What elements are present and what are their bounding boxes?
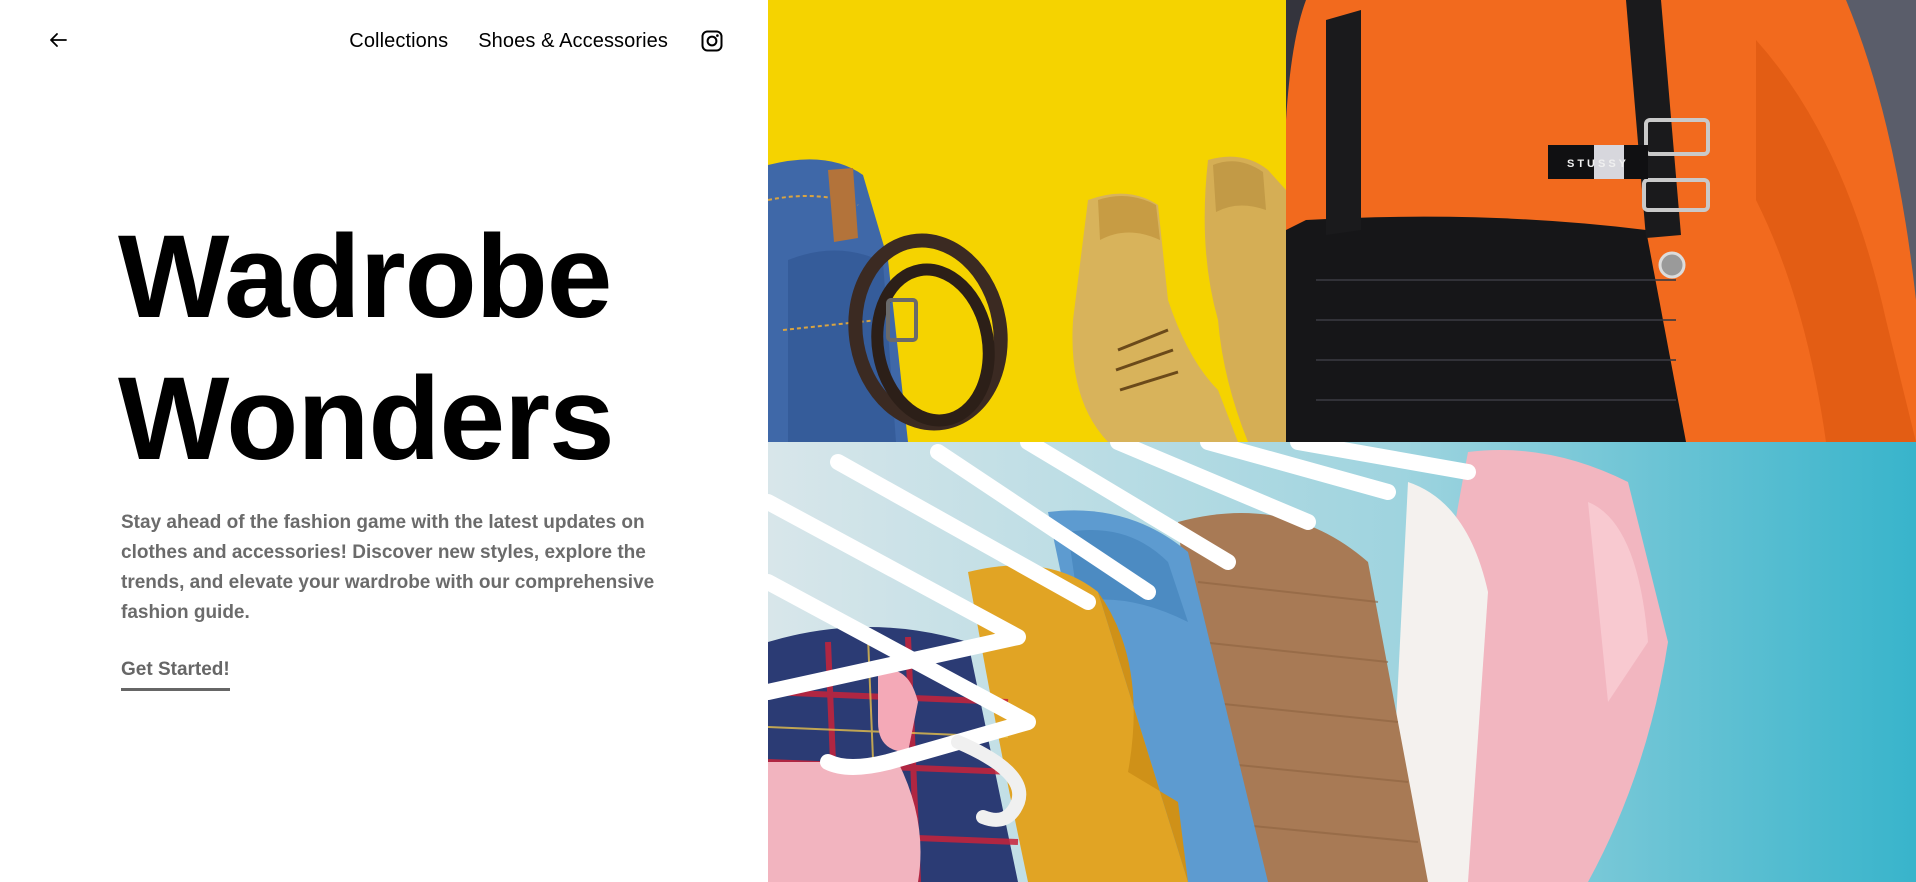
hero-panel: Collections Shoes & Accessories Wadrobe … [0, 0, 768, 882]
get-started-link[interactable]: Get Started! [121, 659, 230, 691]
brand-patch-label: STUSSY [1567, 158, 1629, 170]
nav-link-collections[interactable]: Collections [349, 24, 448, 58]
hero-title-line-1: Wadrobe [118, 211, 612, 343]
instagram-icon [701, 30, 723, 52]
orange-sweater-overalls-photo: STUSSY [1286, 0, 1916, 442]
nav-link-shoes-accessories[interactable]: Shoes & Accessories [478, 24, 668, 58]
hero-title: Wadrobe Wonders [118, 206, 615, 490]
denim-belt-boots-photo [768, 0, 1286, 442]
top-nav: Collections Shoes & Accessories [349, 24, 724, 58]
instagram-link[interactable] [700, 29, 724, 53]
arrow-left-icon [50, 33, 67, 47]
hero-title-line-2: Wonders [118, 353, 615, 485]
hero-description: Stay ahead of the fashion game with the … [121, 512, 655, 623]
back-button[interactable] [44, 26, 72, 54]
clothes-on-hangers-photo [768, 442, 1916, 882]
